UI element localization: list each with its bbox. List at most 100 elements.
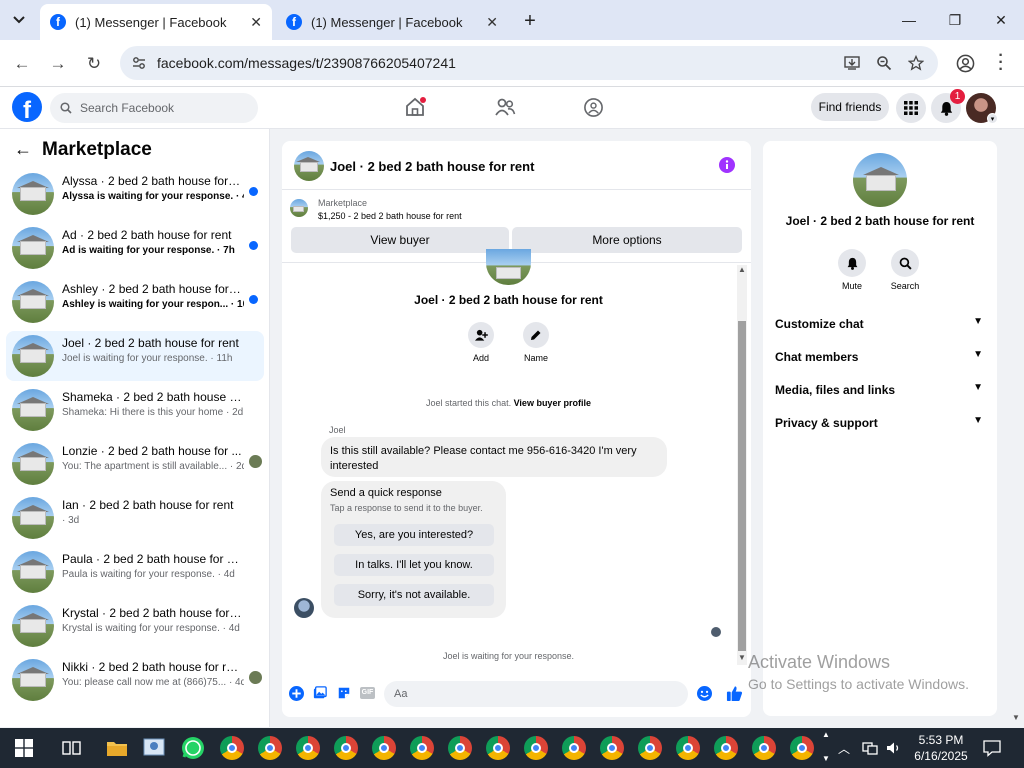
chrome-taskbar-icon[interactable] — [714, 736, 738, 760]
page-scroll-down-arrow[interactable]: ▼ — [1012, 713, 1022, 723]
view-buyer-profile-link[interactable]: View buyer profile — [514, 398, 591, 408]
add-button[interactable] — [468, 322, 494, 348]
media-files-links-section[interactable]: Media, files and links ▼ — [775, 382, 985, 397]
chrome-taskbar-icon[interactable] — [790, 736, 814, 760]
conversation-item[interactable]: Paula · 2 bed 2 bath house for rent Paula… — [6, 547, 264, 597]
profile-icon[interactable] — [956, 54, 975, 73]
info-icon[interactable] — [719, 157, 735, 173]
chrome-taskbar-icon[interactable] — [676, 736, 700, 760]
screen-app-icon[interactable] — [143, 737, 165, 759]
chrome-taskbar-icon[interactable] — [334, 736, 358, 760]
facebook-logo-icon[interactable]: f — [12, 92, 42, 122]
taskbar-scroll-up[interactable]: ▲ — [822, 730, 830, 739]
quick-reply-not-available[interactable]: Sorry, it's not available. — [334, 584, 494, 606]
conversation-item[interactable]: Nikki · 2 bed 2 bath house for re... You:… — [6, 655, 264, 705]
incoming-message[interactable]: Is this still available? Please contact … — [321, 437, 667, 477]
quick-reply-yes[interactable]: Yes, are you interested? — [334, 524, 494, 546]
conversation-name: Lonzie · 2 bed 2 bath house for ... — [62, 444, 242, 458]
back-arrow-icon[interactable]: ← — [14, 139, 32, 160]
new-tab-button[interactable]: + — [518, 9, 542, 33]
quick-reply-in-talks[interactable]: In talks. I'll let you know. — [334, 554, 494, 576]
reload-button[interactable]: ↻ — [82, 52, 106, 76]
clock[interactable]: 5:53 PM 6/16/2025 — [910, 732, 972, 764]
file-explorer-icon[interactable] — [106, 738, 128, 758]
customize-chat-section[interactable]: Customize chat ▼ — [775, 316, 985, 331]
tray-expand-icon[interactable]: ︿ — [838, 740, 850, 757]
windows-start-icon[interactable] — [15, 739, 33, 757]
bookmark-star-icon[interactable] — [908, 55, 924, 71]
tab-list-button[interactable] — [8, 9, 30, 31]
facebook-search-input[interactable]: Search Facebook — [50, 93, 258, 123]
network-icon[interactable] — [862, 741, 878, 755]
conversation-item[interactable]: Ad · 2 bed 2 bath house for rent Ad is wa… — [6, 223, 264, 273]
chat-scroll-down-arrow[interactable]: ▼ — [737, 653, 747, 663]
listing-text[interactable]: $1,250 - 2 bed 2 bath house for rent — [318, 211, 462, 221]
sender-avatar — [294, 598, 314, 618]
conversation-item[interactable]: Krystal · 2 bed 2 bath house for rent Kry… — [6, 601, 264, 651]
back-button[interactable]: ← — [10, 52, 34, 76]
chrome-taskbar-icon[interactable] — [638, 736, 662, 760]
chrome-taskbar-icon[interactable] — [524, 736, 548, 760]
groups-icon[interactable] — [583, 97, 604, 118]
conversation-item[interactable]: Lonzie · 2 bed 2 bath house for ... You: … — [6, 439, 264, 489]
browser-menu-icon[interactable]: · · · — [994, 48, 1008, 78]
find-friends-button[interactable]: Find friends — [811, 93, 889, 121]
chat-members-section[interactable]: Chat members ▼ — [775, 349, 985, 364]
plus-circle-icon[interactable] — [289, 686, 304, 701]
emoji-icon[interactable] — [697, 686, 712, 701]
chrome-taskbar-icon[interactable] — [410, 736, 434, 760]
window-close-button[interactable]: ✕ — [978, 0, 1024, 40]
install-app-icon[interactable] — [844, 55, 860, 71]
browser-tab-active[interactable]: f (1) Messenger | Facebook ✕ — [40, 4, 272, 40]
home-icon[interactable] — [404, 97, 426, 117]
chat-scroll-up-arrow[interactable]: ▲ — [737, 265, 747, 275]
conversation-item[interactable]: Shameka · 2 bed 2 bath house for ... Sham… — [6, 385, 264, 435]
forward-button[interactable]: → — [46, 52, 70, 76]
chrome-taskbar-icon[interactable] — [562, 736, 586, 760]
whatsapp-icon[interactable] — [181, 736, 205, 760]
maximize-button[interactable]: ❐ — [932, 0, 978, 40]
search-conversation-button[interactable] — [891, 249, 919, 277]
task-view-icon[interactable] — [62, 739, 82, 757]
volume-icon[interactable] — [886, 741, 902, 755]
conversation-name: Ian · 2 bed 2 bath house for rent — [62, 498, 234, 512]
menu-grid-button[interactable] — [896, 93, 926, 123]
name-button[interactable] — [523, 322, 549, 348]
chrome-taskbar-icon[interactable] — [486, 736, 510, 760]
chat-scroll-thumb[interactable] — [738, 321, 746, 651]
privacy-support-section[interactable]: Privacy & support ▼ — [775, 415, 985, 430]
zoom-icon[interactable] — [876, 55, 892, 71]
conversation-item[interactable]: Joel · 2 bed 2 bath house for rent Joel i… — [6, 331, 264, 381]
browser-tab-inactive[interactable]: f (1) Messenger | Facebook ✕ — [276, 4, 508, 40]
sticker-icon[interactable] — [337, 686, 351, 700]
close-tab-icon[interactable]: ✕ — [250, 14, 262, 31]
site-info-icon[interactable] — [132, 56, 146, 70]
omnibox[interactable]: facebook.com/messages/t/2390876620540724… — [120, 46, 938, 80]
mute-button[interactable] — [838, 249, 866, 277]
chrome-taskbar-icon[interactable] — [372, 736, 396, 760]
message-input[interactable]: Aa — [384, 681, 688, 707]
notification-center-icon[interactable] — [983, 739, 1001, 757]
more-options-button[interactable]: More options — [512, 227, 742, 253]
conversation-item[interactable]: Ashley · 2 bed 2 bath house for r... Ashl… — [6, 277, 264, 327]
chrome-taskbar-icon[interactable] — [448, 736, 472, 760]
chevron-down-icon: ▼ — [973, 316, 983, 327]
thumbs-up-icon[interactable] — [726, 685, 743, 702]
conversation-item[interactable]: Ian · 2 bed 2 bath house for rent · 3d — [6, 493, 264, 543]
view-buyer-button[interactable]: View buyer — [291, 227, 509, 253]
conversation-item[interactable]: Alyssa · 2 bed 2 bath house for r... Alys… — [6, 169, 264, 219]
chrome-taskbar-icon[interactable] — [296, 736, 320, 760]
taskbar-scroll-down[interactable]: ▼ — [822, 754, 830, 763]
chrome-taskbar-icon[interactable] — [258, 736, 282, 760]
close-tab-icon[interactable]: ✕ — [486, 14, 498, 31]
sender-name: Joel — [329, 425, 346, 435]
minimize-button[interactable]: — — [886, 0, 932, 40]
friends-icon[interactable] — [494, 97, 516, 117]
gif-button[interactable]: GIF — [360, 687, 375, 699]
chrome-taskbar-icon[interactable] — [752, 736, 776, 760]
chrome-taskbar-icon[interactable] — [220, 736, 244, 760]
account-chevron-icon[interactable]: ▾ — [987, 113, 998, 124]
photo-icon[interactable] — [313, 686, 327, 700]
chrome-taskbar-icon[interactable] — [600, 736, 624, 760]
chat-title[interactable]: Joel · 2 bed 2 bath house for rent — [330, 159, 534, 174]
